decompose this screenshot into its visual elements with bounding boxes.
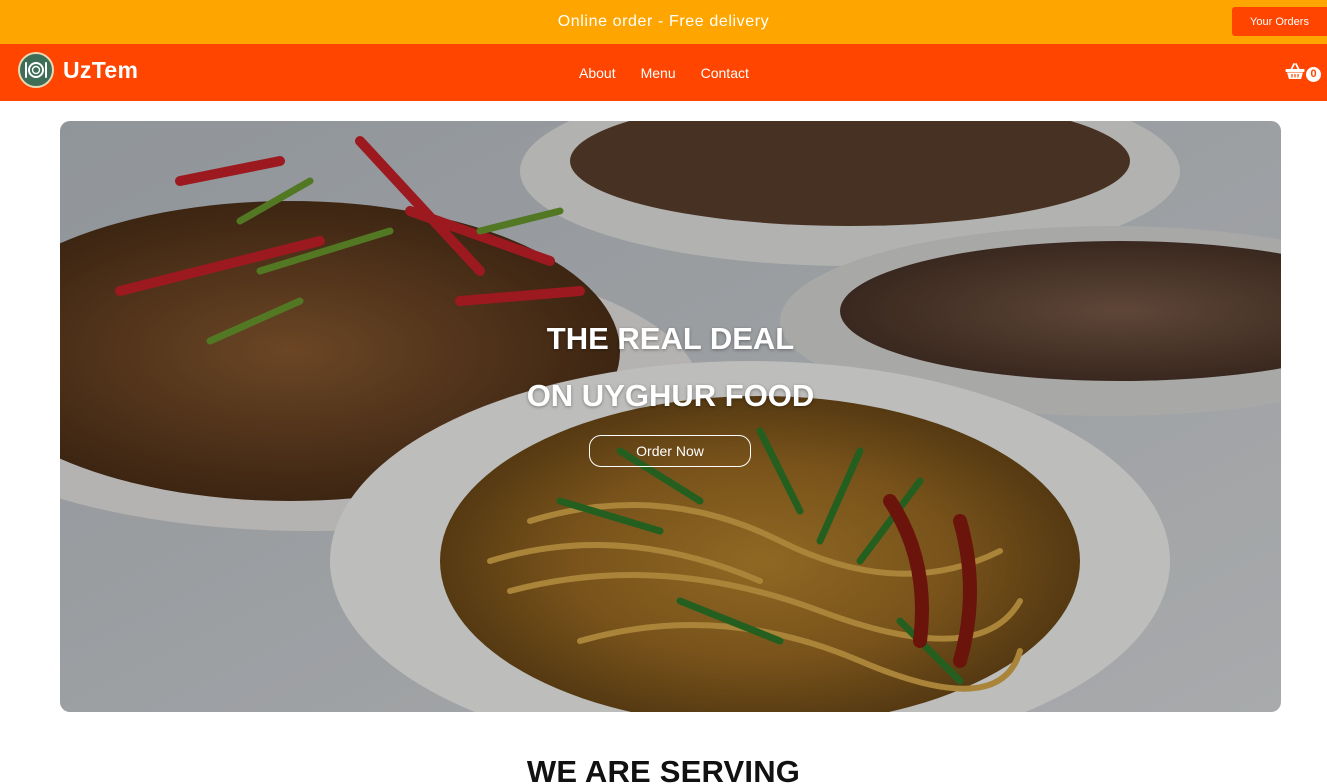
- nav-link-contact[interactable]: Contact: [701, 65, 749, 81]
- promo-bar: Online order - Free delivery Your Orders: [0, 0, 1327, 44]
- plate-logo-icon: [18, 52, 54, 88]
- serving-section-title: WE ARE SERVING: [526, 754, 801, 784]
- promo-text: Online order - Free delivery: [557, 13, 770, 30]
- basket-icon: [1285, 63, 1305, 85]
- nav-link-about[interactable]: About: [579, 65, 616, 81]
- nav-link-menu[interactable]: Menu: [641, 65, 676, 81]
- cart-count-badge: 0: [1306, 66, 1321, 82]
- hero-banner: THE REAL DEAL ON UYGHUR FOOD Order Now: [60, 121, 1281, 712]
- brand[interactable]: UzTem: [18, 52, 138, 88]
- navbar: UzTem About Menu Contact 0: [0, 44, 1327, 101]
- order-now-button[interactable]: Order Now: [589, 435, 751, 467]
- your-orders-button[interactable]: Your Orders: [1232, 7, 1327, 36]
- nav-links: About Menu Contact: [579, 44, 774, 101]
- hero-title-line1: THE REAL DEAL: [546, 321, 795, 356]
- hero-title-line2: ON UYGHUR FOOD: [526, 378, 815, 413]
- brand-name: UzTem: [63, 56, 139, 83]
- cart-button[interactable]: 0: [1285, 63, 1321, 85]
- hero-overlay: [60, 121, 1281, 712]
